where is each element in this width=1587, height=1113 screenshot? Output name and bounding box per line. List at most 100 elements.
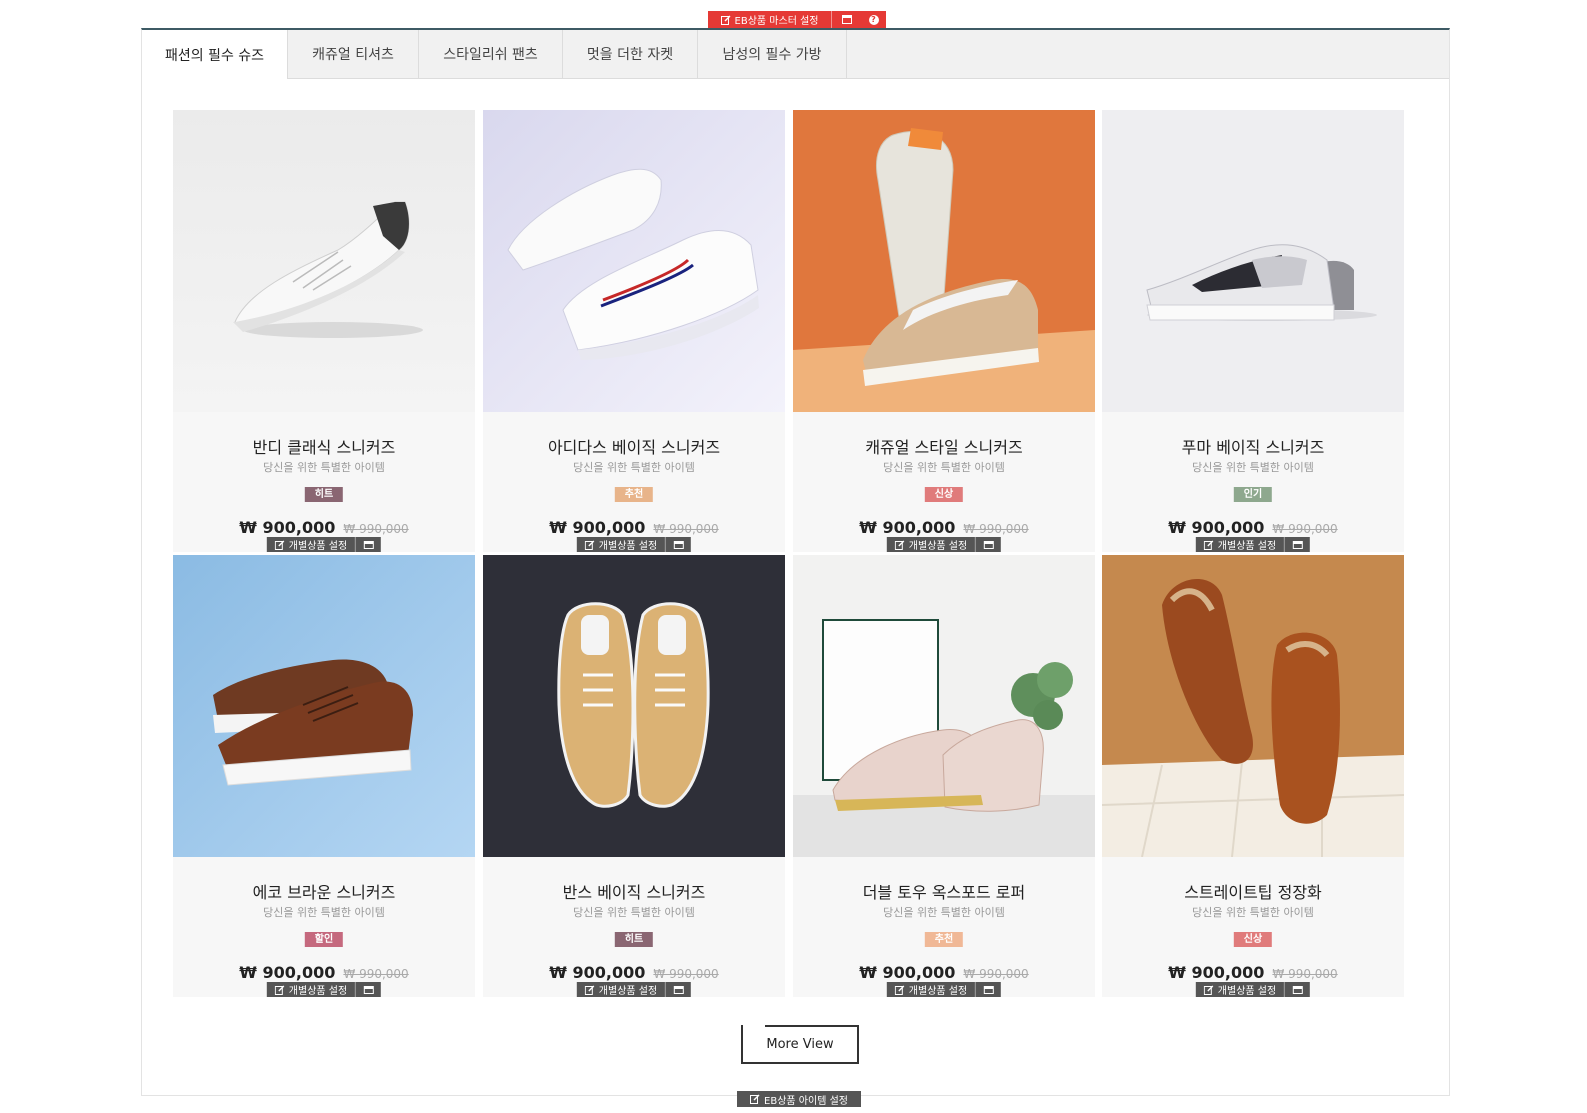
- tab-label: 남성의 필수 가방: [722, 47, 822, 63]
- adidas-sneakers-icon: [483, 110, 785, 412]
- item-settings-label: 개별상품 설정: [908, 541, 968, 552]
- product-card[interactable]: 반스 베이직 스니커즈 당신을 위한 특별한 아이템 히트 ₩ 900,000 …: [483, 555, 785, 997]
- edit-icon: [894, 985, 905, 995]
- item-window-button[interactable]: [975, 537, 1001, 552]
- item-settings-bar: 개별상품 설정: [886, 982, 1002, 997]
- tab-jackets[interactable]: 멋을 더한 자켓: [563, 30, 698, 78]
- product-old-price: ₩ 990,000: [653, 967, 719, 981]
- item-window-button[interactable]: [975, 982, 1001, 997]
- edit-icon: [274, 540, 285, 550]
- product-card[interactable]: 스트레이트팁 정장화 당신을 위한 특별한 아이템 신상 ₩ 900,000 ₩…: [1102, 555, 1404, 997]
- item-settings-label: 개별상품 설정: [288, 986, 348, 997]
- item-settings-button[interactable]: 개별상품 설정: [887, 537, 975, 552]
- item-window-button[interactable]: [1284, 537, 1310, 552]
- product-card[interactable]: 더블 토우 옥스포드 로퍼 당신을 위한 특별한 아이템 추천 ₩ 900,00…: [793, 555, 1095, 997]
- price-row: ₩ 900,000 ₩ 990,000: [1102, 963, 1404, 982]
- product-card[interactable]: 푸마 베이직 스니커즈 당신을 위한 특별한 아이템 인기 ₩ 900,000 …: [1102, 110, 1404, 552]
- item-settings-button[interactable]: 개별상품 설정: [887, 982, 975, 997]
- product-badge: 추천: [614, 487, 654, 502]
- more-view-label: More View: [766, 1037, 834, 1052]
- tab-stylish-pants[interactable]: 스타일리쉬 팬츠: [419, 30, 563, 78]
- tab-label: 멋을 더한 자켓: [586, 47, 674, 63]
- product-image[interactable]: [1102, 555, 1404, 857]
- product-image[interactable]: [483, 110, 785, 412]
- item-window-button[interactable]: [665, 982, 691, 997]
- product-badge: 신상: [924, 487, 964, 502]
- item-settings-label: 개별상품 설정: [598, 986, 658, 997]
- eb-item-settings-label: EB상품 아이템 설정: [764, 1095, 848, 1107]
- product-description: 당신을 위한 특별한 아이템: [263, 461, 385, 474]
- product-image[interactable]: [793, 555, 1095, 857]
- product-badge: 신상: [1233, 932, 1273, 947]
- product-card[interactable]: 에코 브라운 스니커즈 당신을 위한 특별한 아이템 할인 ₩ 900,000 …: [173, 555, 475, 997]
- item-settings-label: 개별상품 설정: [908, 986, 968, 997]
- product-old-price: ₩ 990,000: [343, 522, 409, 536]
- window-icon: [841, 15, 852, 24]
- product-old-price: ₩ 990,000: [343, 967, 409, 981]
- product-tab-section: 패션의 필수 슈즈 캐쥬얼 티셔츠 스타일리쉬 팬츠 멋을 더한 자켓 남성의 …: [141, 28, 1450, 1096]
- item-settings-label: 개별상품 설정: [288, 541, 348, 552]
- item-settings-button[interactable]: 개별상품 설정: [267, 537, 355, 552]
- casual-sneakers-icon: [793, 110, 1095, 412]
- edit-icon: [720, 15, 731, 25]
- item-settings-button[interactable]: 개별상품 설정: [1196, 982, 1284, 997]
- product-badge: 히트: [304, 487, 344, 502]
- eb-master-settings-button[interactable]: EB상품 마스터 설정: [708, 11, 831, 28]
- product-price: ₩ 900,000: [549, 963, 646, 982]
- product-name[interactable]: 스트레이트팁 정장화: [1102, 879, 1404, 903]
- window-icon: [363, 540, 374, 549]
- product-card[interactable]: 아디다스 베이직 스니커즈 당신을 위한 특별한 아이템 추천 ₩ 900,00…: [483, 110, 785, 552]
- item-settings-button[interactable]: 개별상품 설정: [267, 982, 355, 997]
- product-name[interactable]: 캐쥬얼 스타일 스니커즈: [793, 434, 1095, 458]
- brown-sneakers-icon: [173, 555, 475, 857]
- product-image[interactable]: [173, 555, 475, 857]
- product-price: ₩ 900,000: [1168, 963, 1265, 982]
- product-name[interactable]: 반스 베이직 스니커즈: [483, 879, 785, 903]
- product-price: ₩ 900,000: [859, 518, 956, 537]
- edit-icon: [584, 540, 595, 550]
- item-window-button[interactable]: [1284, 982, 1310, 997]
- product-image[interactable]: [1102, 110, 1404, 412]
- product-name[interactable]: 아디다스 베이직 스니커즈: [483, 434, 785, 458]
- price-row: ₩ 900,000 ₩ 990,000: [173, 963, 475, 982]
- edit-icon: [750, 1094, 760, 1104]
- help-button[interactable]: ?: [861, 11, 886, 28]
- product-name[interactable]: 에코 브라운 스니커즈: [173, 879, 475, 903]
- edit-icon: [584, 985, 595, 995]
- product-card[interactable]: 반디 클래식 스니커즈 당신을 위한 특별한 아이템 히트 ₩ 900,000 …: [173, 110, 475, 552]
- item-settings-label: 개별상품 설정: [1217, 986, 1277, 997]
- more-view-button[interactable]: More View: [741, 1025, 859, 1064]
- dress-shoes-icon: [1102, 555, 1404, 857]
- product-old-price: ₩ 990,000: [963, 522, 1029, 536]
- category-tabs: 패션의 필수 슈즈 캐쥬얼 티셔츠 스타일리쉬 팬츠 멋을 더한 자켓 남성의 …: [142, 30, 1449, 79]
- price-row: ₩ 900,000 ₩ 990,000: [793, 963, 1095, 982]
- product-card[interactable]: 캐쥬얼 스타일 스니커즈 당신을 위한 특별한 아이템 신상 ₩ 900,000…: [793, 110, 1095, 552]
- eb-item-settings-button[interactable]: EB상품 아이템 설정: [737, 1091, 861, 1107]
- product-name[interactable]: 반디 클래식 스니커즈: [173, 434, 475, 458]
- open-window-button[interactable]: [831, 11, 861, 28]
- product-badge: 할인: [304, 932, 344, 947]
- tab-label: 패션의 필수 슈즈: [164, 47, 265, 64]
- item-settings-label: 개별상품 설정: [598, 541, 658, 552]
- tab-casual-tshirts[interactable]: 캐쥬얼 티셔츠: [288, 30, 419, 78]
- item-window-button[interactable]: [665, 537, 691, 552]
- window-icon: [983, 540, 994, 549]
- product-name[interactable]: 푸마 베이직 스니커즈: [1102, 434, 1404, 458]
- product-image[interactable]: [483, 555, 785, 857]
- window-icon: [983, 985, 994, 994]
- tab-fashion-shoes[interactable]: 패션의 필수 슈즈: [142, 30, 288, 79]
- tab-mens-bags[interactable]: 남성의 필수 가방: [698, 30, 847, 78]
- product-image[interactable]: [793, 110, 1095, 412]
- tab-label: 스타일리쉬 팬츠: [443, 47, 538, 63]
- product-image[interactable]: [173, 110, 475, 412]
- product-name[interactable]: 더블 토우 옥스포드 로퍼: [793, 879, 1095, 903]
- puma-sneakers-icon: [1102, 110, 1404, 412]
- product-description: 당신을 위한 특별한 아이템: [573, 906, 695, 919]
- item-settings-button[interactable]: 개별상품 설정: [577, 982, 665, 997]
- item-window-button[interactable]: [355, 982, 381, 997]
- item-settings-button[interactable]: 개별상품 설정: [577, 537, 665, 552]
- item-settings-button[interactable]: 개별상품 설정: [1196, 537, 1284, 552]
- product-description: 당신을 위한 특별한 아이템: [883, 461, 1005, 474]
- item-settings-bar: 개별상품 설정: [886, 537, 1002, 552]
- item-window-button[interactable]: [355, 537, 381, 552]
